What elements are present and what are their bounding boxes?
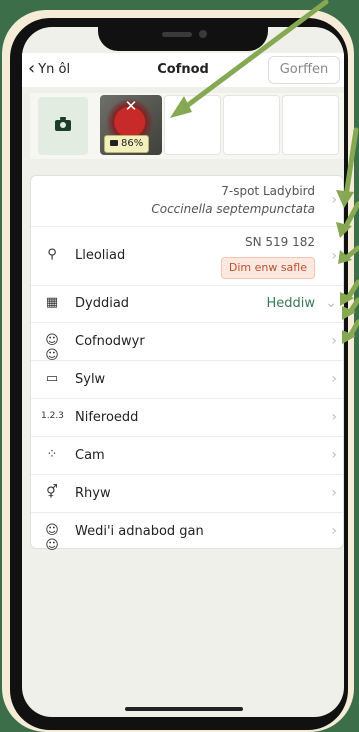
- annotation-arrow-species-head: [336, 190, 354, 208]
- annotation-arrows: [170, 0, 359, 344]
- annotation-arrow-photo-head: [170, 96, 192, 118]
- annotation-arrow-gridref: [342, 201, 359, 231]
- annotation-arrow-date: [345, 279, 359, 301]
- annotation-arrow-species: [343, 127, 359, 199]
- stage: ‹ Yn ôl Cofnod Gorffen ✕ 86% 7-spot Ladyb…: [0, 0, 359, 732]
- annotation-arrow-recorder: [347, 319, 359, 339]
- annotation-arrow-photo: [181, 0, 329, 111]
